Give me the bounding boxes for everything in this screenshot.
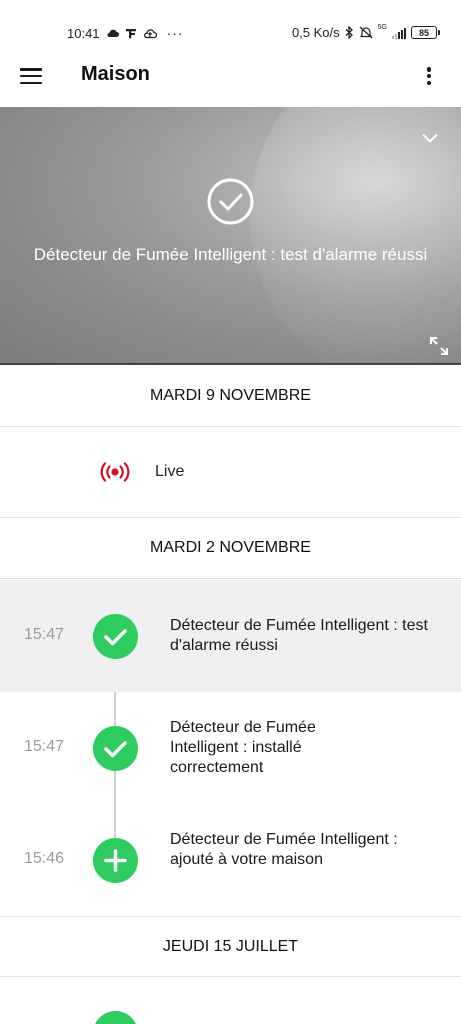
more-dots-icon: ···: [166, 25, 184, 41]
date-header: JEUDI 15 JUILLET: [0, 916, 461, 977]
cloud-upload-icon: [143, 28, 157, 38]
timeline-event[interactable]: 15:47 Détecteur de Fumée Intelligent : t…: [0, 580, 461, 692]
event-description: Détecteur de Fumée Intelligent : test d'…: [170, 617, 428, 654]
event-time: 15:47: [24, 626, 65, 643]
live-label: Live: [155, 463, 185, 480]
more-options-icon[interactable]: [421, 64, 437, 88]
page-title: Maison: [81, 63, 150, 85]
menu-icon[interactable]: [20, 66, 42, 86]
live-broadcast-icon: [100, 462, 130, 482]
check-icon: [93, 614, 138, 659]
check-icon: [93, 1011, 138, 1024]
status-bar: 10:41 ··· 0,5 Ko/s 5G 85: [0, 0, 461, 52]
plus-icon: [93, 838, 138, 883]
status-right: 0,5 Ko/s 5G 85: [291, 24, 440, 40]
battery-icon: 85: [411, 26, 440, 39]
event-description: Détecteur de Fumée Intelligent : install…: [170, 719, 316, 776]
signal-f-icon: [125, 28, 136, 38]
event-time: 15:47: [24, 738, 65, 755]
check-circle-icon: [207, 178, 254, 225]
fullscreen-icon[interactable]: [429, 336, 449, 356]
network-type: 5G: [377, 24, 387, 31]
date-header: MARDI 2 NOVEMBRE: [0, 518, 461, 579]
app-bar: Maison: [0, 52, 461, 107]
timeline-event[interactable]: 15:47 Détecteur de Fumée Intelligent : i…: [0, 692, 461, 804]
signal-bars-icon: [392, 27, 406, 39]
event-preview[interactable]: Détecteur de Fumée Intelligent : test d'…: [0, 107, 461, 365]
bluetooth-icon: [345, 26, 353, 39]
mute-icon: [359, 26, 373, 39]
live-item[interactable]: Live: [0, 428, 461, 518]
cloud-icon: [107, 29, 119, 37]
event-description: Détecteur de Fumée Intelligent : ajouté …: [170, 831, 398, 868]
event-time: 15:46: [24, 850, 65, 867]
status-left: 10:41 ···: [67, 25, 184, 41]
chevron-down-icon[interactable]: [421, 129, 439, 147]
preview-caption: Détecteur de Fumée Intelligent : test d'…: [33, 245, 428, 264]
check-icon: [93, 726, 138, 771]
date-header: MARDI 9 NOVEMBRE: [0, 366, 461, 427]
network-speed: 0,5 Ko/s: [291, 25, 340, 40]
status-time: 10:41: [67, 25, 100, 41]
timeline-event[interactable]: 15:46 Détecteur de Fumée Intelligent : a…: [0, 804, 461, 916]
